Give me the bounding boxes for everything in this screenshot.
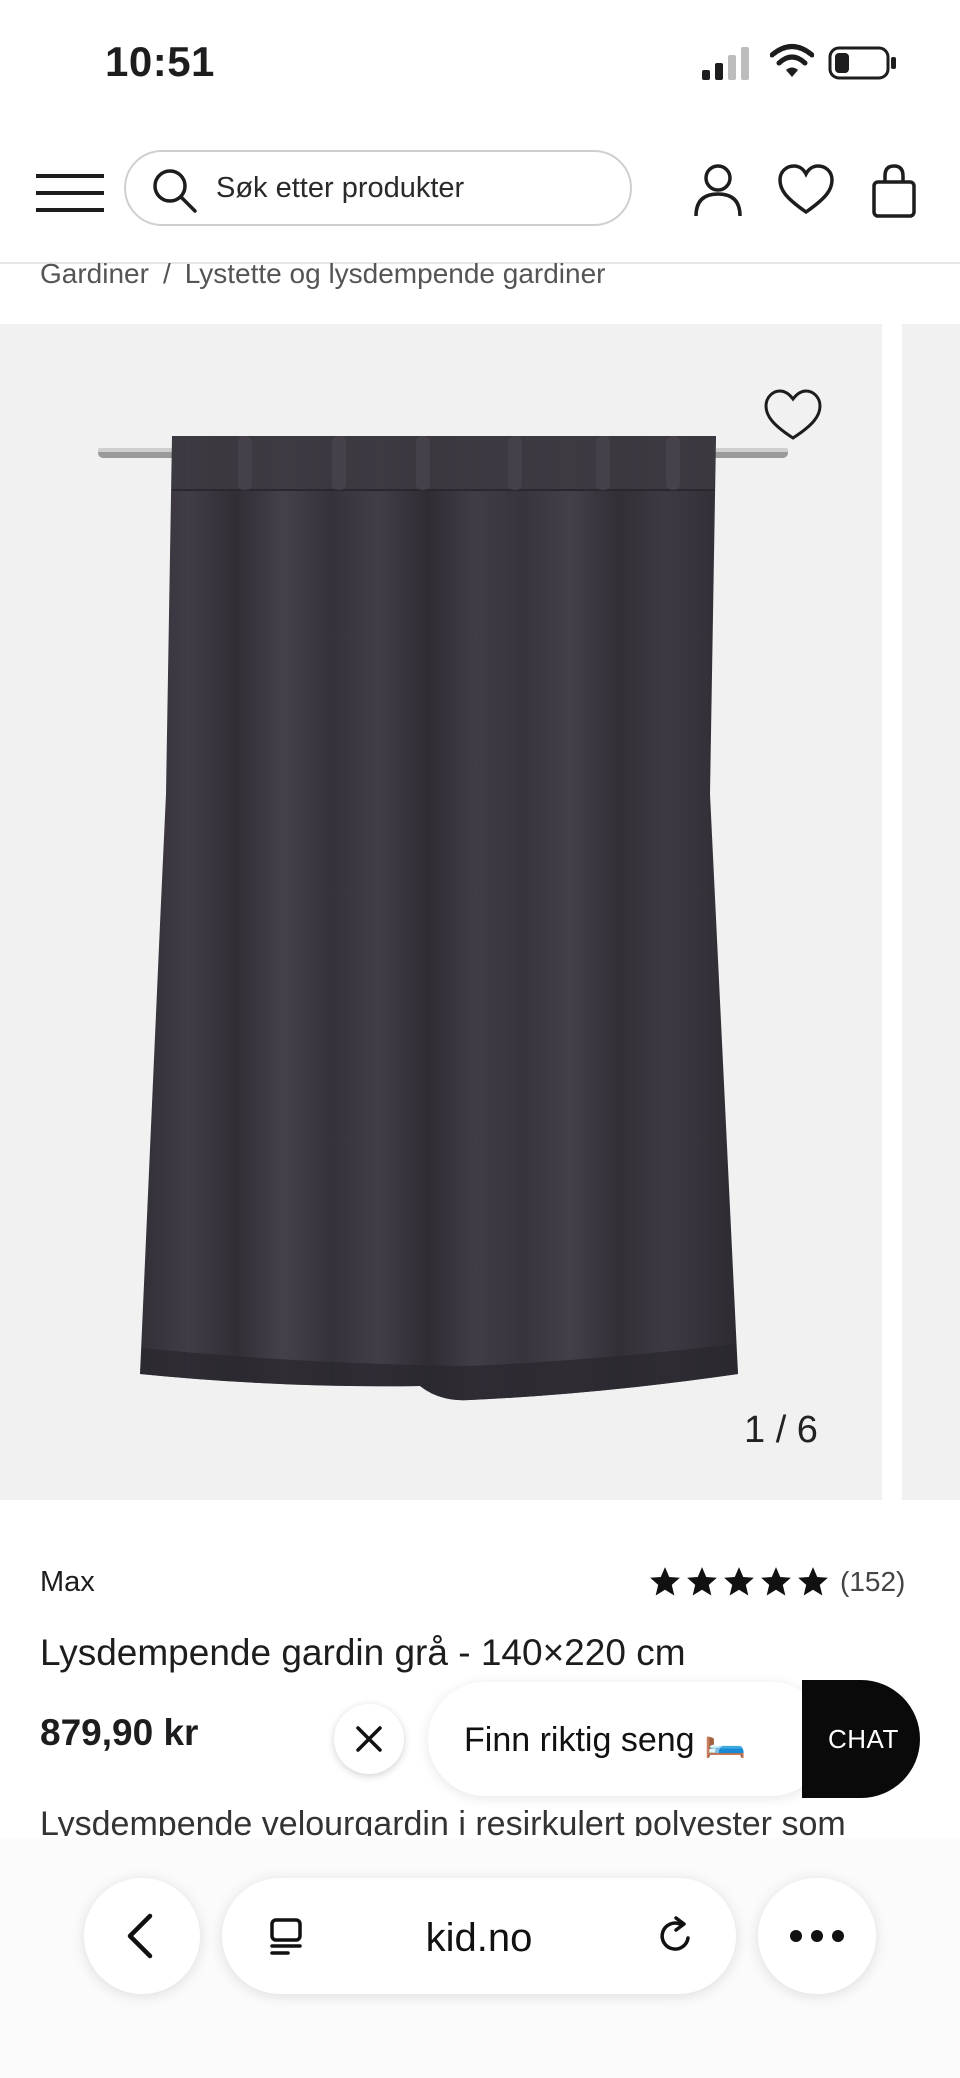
- find-bed-promo-bubble[interactable]: Finn riktig seng 🛏️: [428, 1682, 828, 1796]
- rating-stars: [648, 1565, 830, 1599]
- search-input[interactable]: Søk etter produkter: [124, 150, 632, 226]
- breadcrumb-separator: /: [162, 258, 171, 289]
- product-price: 879,90 kr: [40, 1712, 199, 1753]
- search-placeholder: Søk etter produkter: [216, 172, 465, 204]
- address-bar[interactable]: kid.no: [222, 1878, 736, 1994]
- star-icon: [687, 1567, 717, 1596]
- cellular-signal-icon: [702, 47, 749, 80]
- star-icon: [724, 1567, 754, 1596]
- image-counter: 1 / 6: [744, 1409, 818, 1451]
- reload-icon[interactable]: [654, 1914, 698, 1958]
- back-button[interactable]: [84, 1878, 200, 1994]
- product-image-curtain: [98, 436, 788, 1401]
- chat-button[interactable]: CHAT: [802, 1680, 920, 1798]
- chat-label: CHAT: [828, 1724, 899, 1754]
- star-icon: [761, 1567, 791, 1596]
- add-to-favorites-heart-icon[interactable]: [763, 388, 823, 442]
- more-dots-icon: [790, 1930, 844, 1942]
- hamburger-menu-icon[interactable]: [36, 168, 104, 218]
- wishlist-heart-icon[interactable]: [776, 160, 836, 220]
- product-brand[interactable]: Max: [40, 1566, 95, 1599]
- next-image-peek[interactable]: [902, 324, 960, 1500]
- battery-icon: [828, 46, 896, 80]
- star-icon: [650, 1567, 680, 1596]
- wifi-icon: [770, 44, 814, 77]
- browser-toolbar: kid.no: [0, 1838, 960, 2078]
- product-title: Lysdempende gardin grå - 140×220 cm: [40, 1632, 686, 1673]
- close-icon: [356, 1726, 382, 1752]
- promo-text: Finn riktig seng 🛏️: [464, 1721, 747, 1759]
- site-header: Søk etter produkter: [0, 130, 960, 264]
- status-bar: 10:51: [0, 0, 960, 130]
- star-icon: [798, 1567, 828, 1596]
- search-icon: [153, 169, 197, 213]
- breadcrumb: Gardiner / Lystette og lysdempende gardine…: [40, 258, 606, 290]
- rating-count: (152): [840, 1566, 906, 1597]
- shopping-bag-icon[interactable]: [864, 160, 924, 220]
- product-image-gallery[interactable]: 1 / 6: [0, 324, 882, 1500]
- chevron-left-icon: [127, 1913, 153, 1959]
- status-time: 10:51: [105, 38, 215, 85]
- close-promo-button[interactable]: [334, 1704, 404, 1774]
- product-description: Lysdempende velourgardin i resirkulert p…: [40, 1806, 846, 1836]
- more-options-button[interactable]: [758, 1878, 876, 1994]
- account-icon[interactable]: [688, 160, 748, 220]
- breadcrumb-item-gardiner[interactable]: Gardiner: [40, 258, 149, 289]
- product-rating[interactable]: (152): [648, 1562, 905, 1602]
- breadcrumb-item-lystette[interactable]: Lystette og lysdempende gardiner: [185, 258, 606, 289]
